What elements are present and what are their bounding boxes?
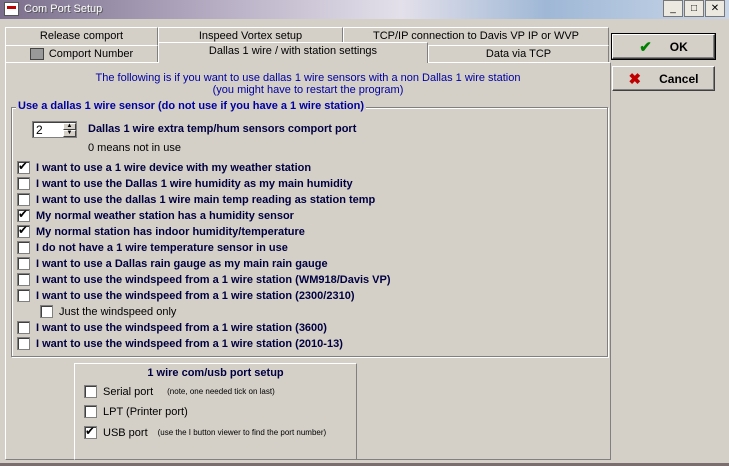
checkbox-label: I want to use the windspeed from a 1 wir…	[36, 337, 343, 350]
checkbox[interactable]	[17, 241, 30, 254]
checkbox[interactable]	[17, 207, 30, 222]
option-row[interactable]: I want to use the windspeed from a 1 wir…	[17, 289, 354, 302]
checkbox[interactable]	[17, 289, 30, 302]
serial-port-label: Serial port	[103, 385, 154, 398]
cancel-button[interactable]: ✖ Cancel	[612, 66, 715, 91]
serial-port-row[interactable]: Serial port (note, one needed tick on la…	[84, 385, 275, 398]
info-line-2: (you might have to restart the program)	[212, 84, 404, 96]
option-row[interactable]: Just the windspeed only	[40, 305, 176, 318]
option-row[interactable]: I want to use the dallas 1 wire main tem…	[17, 193, 375, 206]
option-row[interactable]: I want to use a Dallas rain gauge as my …	[17, 257, 328, 270]
minimize-icon[interactable]: _	[663, 0, 683, 17]
spin-down-icon[interactable]: ▼	[63, 130, 76, 137]
checkbox-label: Just the windspeed only	[59, 305, 177, 318]
title-bar: Com Port Setup _ □ ✕	[0, 0, 729, 19]
checkbox-label: I want to use a Dallas rain gauge as my …	[36, 257, 328, 270]
checkbox-label: I want to use a 1 wire device with my we…	[36, 161, 312, 174]
checkbox[interactable]	[17, 193, 30, 206]
spin-up-icon[interactable]: ▲	[63, 123, 76, 130]
usb-title: 1 wire com/usb port setup	[147, 367, 284, 379]
option-row[interactable]: I want to use a 1 wire device with my we…	[17, 159, 312, 174]
checkbox[interactable]	[40, 305, 53, 318]
checkbox-label: I do not have a 1 wire temperature senso…	[36, 241, 288, 254]
ok-button[interactable]: ✔ OK	[611, 33, 716, 60]
checkbox[interactable]	[17, 273, 30, 286]
check-icon: ✔	[639, 38, 652, 56]
comport-icon	[29, 48, 44, 61]
lpt-port-label: LPT (Printer port)	[103, 405, 188, 418]
tab-data-via-tcp[interactable]: Data via TCP	[428, 45, 609, 63]
checkbox[interactable]	[17, 337, 30, 350]
dallas-legend: Use a dallas 1 wire sensor (do not use i…	[16, 100, 366, 112]
checkbox-label: I want to use the windspeed from a 1 wir…	[36, 289, 355, 302]
checkbox-label: I want to use the windspeed from a 1 wir…	[36, 273, 391, 286]
checkbox-label: My normal station has indoor humidity/te…	[36, 225, 305, 238]
usb-port-note: (use the I button viewer to find the por…	[157, 428, 327, 437]
close-icon[interactable]: ✕	[705, 0, 725, 17]
serial-port-note: (note, one needed tick on last)	[167, 387, 275, 396]
tab-dallas-settings[interactable]: Dallas 1 wire / with station settings	[158, 42, 428, 63]
checkbox[interactable]	[17, 159, 30, 174]
option-row[interactable]: I want to use the windspeed from a 1 wir…	[17, 337, 343, 350]
spinner-label: Dallas 1 wire extra temp/hum sensors com…	[88, 123, 357, 135]
option-row[interactable]: I want to use the windspeed from a 1 wir…	[17, 273, 391, 286]
window-title: Com Port Setup	[24, 3, 103, 15]
serial-port-checkbox[interactable]	[84, 385, 97, 398]
checkbox-label: I want to use the Dallas 1 wire humidity…	[36, 177, 353, 190]
checkbox-label: I want to use the dallas 1 wire main tem…	[36, 193, 376, 206]
lpt-port-row[interactable]: LPT (Printer port)	[84, 405, 188, 418]
checkbox[interactable]	[17, 257, 30, 270]
spinner-note: 0 means not in use	[88, 142, 181, 154]
option-row[interactable]: I do not have a 1 wire temperature senso…	[17, 241, 288, 254]
option-row[interactable]: I want to use the Dallas 1 wire humidity…	[17, 177, 353, 190]
spinner-value: 2	[36, 123, 43, 137]
checkbox-label: My normal weather station has a humidity…	[36, 209, 294, 222]
info-line-1: The following is if you want to use dall…	[95, 72, 521, 84]
comport-spinner[interactable]: 2 ▲ ▼	[32, 121, 77, 138]
checkbox[interactable]	[17, 321, 30, 334]
checkbox-label: I want to use the windspeed from a 1 wir…	[36, 321, 327, 334]
usb-port-row[interactable]: USB port (use the I button viewer to fin…	[84, 424, 327, 439]
tab-comport-number[interactable]: Comport Number	[5, 45, 158, 63]
option-row[interactable]: My normal weather station has a humidity…	[17, 207, 294, 222]
usb-port-checkbox[interactable]	[84, 424, 97, 439]
tab-release-comport[interactable]: Release comport	[5, 27, 158, 45]
maximize-icon[interactable]: □	[684, 0, 704, 17]
checkbox[interactable]	[17, 177, 30, 190]
x-icon: ✖	[628, 70, 642, 88]
tab-row-front: Comport Number Dallas 1 wire / with stat…	[5, 42, 611, 63]
option-row[interactable]: I want to use the windspeed from a 1 wir…	[17, 321, 327, 334]
option-row[interactable]: My normal station has indoor humidity/te…	[17, 223, 305, 238]
lpt-port-checkbox[interactable]	[84, 405, 97, 418]
app-icon	[4, 2, 19, 16]
checkbox[interactable]	[17, 223, 30, 238]
usb-port-label: USB port	[103, 426, 148, 439]
